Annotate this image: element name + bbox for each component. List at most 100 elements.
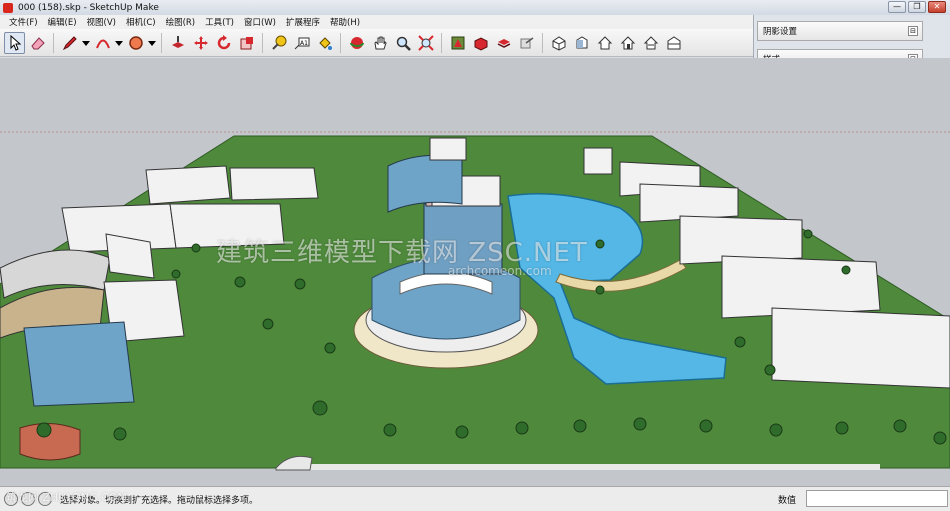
toolbar-separator bbox=[340, 32, 341, 53]
glass-office-left bbox=[23, 321, 135, 407]
line-tool-button[interactable] bbox=[59, 32, 80, 54]
window-controls: — ❐ ✕ bbox=[888, 1, 946, 13]
warehouse-icon bbox=[451, 36, 464, 49]
menu-help[interactable]: 帮助(H) bbox=[325, 16, 365, 28]
arrow-icon bbox=[10, 34, 21, 51]
share-tool-button[interactable] bbox=[516, 32, 537, 54]
menu-extensions[interactable]: 扩展程序 bbox=[281, 16, 325, 28]
menu-tools[interactable]: 工具(T) bbox=[200, 16, 239, 28]
toolbar-separator bbox=[441, 32, 442, 53]
menu-edit[interactable]: 编辑(E) bbox=[43, 16, 82, 28]
south-road bbox=[290, 464, 880, 470]
orbit-tool-button[interactable] bbox=[346, 32, 367, 54]
tape-tool-button[interactable] bbox=[268, 32, 289, 54]
arc-dropdown-icon[interactable] bbox=[115, 32, 123, 54]
left-view-icon bbox=[667, 35, 680, 49]
zoom-icon bbox=[396, 36, 411, 51]
zoom-extents-tool-button[interactable] bbox=[415, 32, 436, 54]
move-icon bbox=[193, 35, 208, 50]
orbit-icon bbox=[349, 36, 364, 49]
hand-icon bbox=[373, 36, 387, 49]
shape-tool-button[interactable] bbox=[125, 32, 146, 54]
dorm-left-b bbox=[229, 167, 319, 201]
back-view-icon bbox=[643, 35, 658, 49]
paint-tool-button[interactable] bbox=[314, 32, 335, 54]
extension-icon bbox=[497, 38, 510, 48]
line-dropdown-icon[interactable] bbox=[82, 32, 90, 54]
eraser-icon bbox=[30, 36, 45, 49]
minimize-button[interactable]: — bbox=[888, 1, 906, 13]
push-pull-tool-button[interactable] bbox=[167, 32, 188, 54]
dorm-left-d bbox=[169, 203, 285, 249]
extension-warehouse-tool-button[interactable] bbox=[493, 32, 514, 54]
paint-bucket-icon bbox=[318, 36, 332, 50]
zoom-tool-button[interactable] bbox=[392, 32, 413, 54]
maximize-button[interactable]: ❐ bbox=[908, 1, 926, 13]
menu-camera[interactable]: 相机(C) bbox=[121, 16, 161, 28]
tower-block bbox=[423, 203, 503, 275]
rotate-icon bbox=[217, 34, 230, 49]
shape-dropdown-icon[interactable] bbox=[148, 32, 156, 54]
toolbar-separator bbox=[262, 32, 263, 53]
svg-text:A1: A1 bbox=[300, 40, 308, 47]
toolbar-separator bbox=[542, 32, 543, 53]
rotate-tool-button[interactable] bbox=[213, 32, 234, 54]
push-pull-icon bbox=[171, 35, 184, 48]
components-tool-button[interactable] bbox=[470, 32, 491, 54]
geo-location-icon[interactable] bbox=[4, 492, 18, 506]
back-view-button[interactable] bbox=[640, 32, 661, 54]
menu-draw[interactable]: 绘图(R) bbox=[161, 16, 201, 28]
components-icon bbox=[474, 36, 487, 51]
front-view-button[interactable] bbox=[594, 32, 615, 54]
menu-view[interactable]: 视图(V) bbox=[82, 16, 121, 28]
toolbar-separator bbox=[53, 32, 54, 53]
text-icon: A1 bbox=[294, 37, 309, 49]
tape-icon bbox=[271, 35, 286, 50]
left-view-button[interactable] bbox=[663, 32, 684, 54]
eraser-tool-button[interactable] bbox=[27, 32, 48, 54]
circle-icon bbox=[128, 35, 143, 50]
shadow-settings-label: 阴影设置 bbox=[763, 27, 798, 37]
arc-icon bbox=[95, 39, 110, 48]
right-view-icon bbox=[620, 35, 635, 49]
text-tool-button[interactable]: A1 bbox=[291, 32, 312, 54]
main-toolbar: A1 bbox=[0, 29, 755, 57]
right-view-button[interactable] bbox=[617, 32, 638, 54]
menu-bar: 文件(F) 编辑(E) 视图(V) 相机(C) 绘图(R) 工具(T) 窗口(W… bbox=[0, 15, 755, 29]
toolbar-separator bbox=[161, 32, 162, 53]
scale-icon bbox=[240, 36, 253, 49]
entrance-block bbox=[429, 137, 467, 161]
status-hint: 选择对象。切换到扩充选择。拖动鼠标选择多项。 bbox=[60, 495, 259, 506]
pan-tool-button[interactable] bbox=[369, 32, 390, 54]
status-bar: 选择对象。切换到扩充选择。拖动鼠标选择多项。 数值 bbox=[0, 486, 950, 511]
zoom-extents-icon bbox=[417, 34, 434, 51]
campus-model-drawing bbox=[0, 58, 950, 486]
move-tool-button[interactable] bbox=[190, 32, 211, 54]
iso-view-icon bbox=[552, 35, 565, 51]
small-block bbox=[583, 147, 613, 175]
measurements-label: 数值 bbox=[778, 496, 797, 506]
status-icons bbox=[0, 492, 52, 506]
measurements-box[interactable] bbox=[806, 490, 948, 507]
sketchup-logo-icon bbox=[3, 2, 13, 13]
front-view-icon bbox=[597, 35, 612, 49]
dorm-right-d bbox=[721, 255, 881, 319]
menu-file[interactable]: 文件(F) bbox=[4, 16, 43, 28]
warehouse-tool-button[interactable] bbox=[447, 32, 468, 54]
iso-view-button[interactable] bbox=[548, 32, 569, 54]
share-icon bbox=[520, 36, 533, 48]
arc-tool-button[interactable] bbox=[92, 32, 113, 54]
menu-window[interactable]: 窗口(W) bbox=[239, 16, 281, 28]
pin-icon[interactable]: ⊟ bbox=[908, 26, 918, 36]
title-bar: 000 (158).skp - SketchUp Make — ❐ ✕ bbox=[0, 0, 950, 15]
close-button[interactable]: ✕ bbox=[928, 1, 946, 13]
scale-tool-button[interactable] bbox=[236, 32, 257, 54]
credits-icon[interactable] bbox=[21, 492, 35, 506]
pencil-icon bbox=[62, 35, 77, 50]
shadow-settings-panel[interactable]: 阴影设置 ⊟ bbox=[757, 21, 923, 41]
user-icon[interactable] bbox=[38, 492, 52, 506]
model-viewport[interactable] bbox=[0, 58, 950, 486]
dorm-right-e bbox=[771, 307, 950, 389]
top-view-button[interactable] bbox=[571, 32, 592, 54]
select-tool-button[interactable] bbox=[4, 31, 25, 54]
